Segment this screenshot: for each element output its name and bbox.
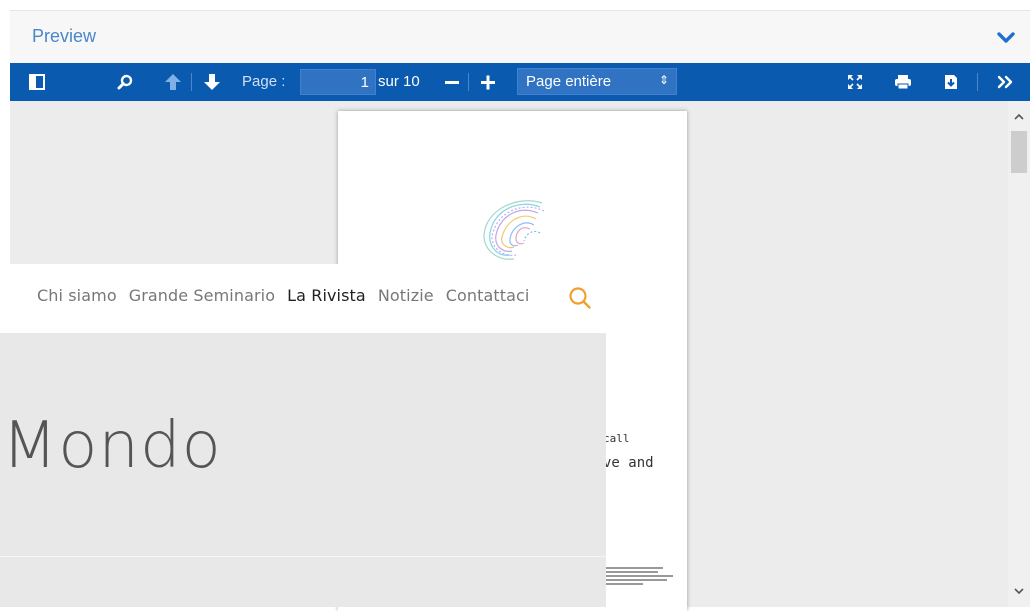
plus-icon xyxy=(481,75,495,90)
nav-item-grande-seminario[interactable]: Grande Seminario xyxy=(129,286,275,305)
search-icon[interactable] xyxy=(568,286,592,310)
zoom-select-value: Page entière xyxy=(526,73,612,90)
pdf-toolbar: Page : sur 10 Page entière ⇕ xyxy=(10,63,1030,101)
nav-item-chi-siamo[interactable]: Chi siamo xyxy=(37,286,117,305)
site-nav: Chi siamo Grande Seminario La Rivista No… xyxy=(0,264,606,333)
hero-banner: Mondo xyxy=(0,333,606,557)
scroll-up-icon[interactable] xyxy=(1013,111,1025,123)
zoom-out-button[interactable] xyxy=(440,63,464,101)
print-button[interactable] xyxy=(890,63,916,101)
nav-item-contattaci[interactable]: Contattaci xyxy=(446,286,530,305)
arrow-up-icon xyxy=(165,74,181,90)
scroll-down-icon[interactable] xyxy=(1013,585,1025,597)
logo-spiral-icon xyxy=(483,200,545,260)
next-page-button[interactable] xyxy=(199,63,225,101)
arrow-down-icon xyxy=(204,74,220,90)
double-chevron-right-icon xyxy=(997,75,1013,89)
preview-header[interactable]: Preview xyxy=(10,10,1030,64)
find-button[interactable] xyxy=(112,63,138,101)
website-overlay: Chi siamo Grande Seminario La Rivista No… xyxy=(0,264,606,607)
zoom-in-button[interactable] xyxy=(476,63,500,101)
scrollbar-thumb[interactable] xyxy=(1011,131,1027,173)
sidebar-icon xyxy=(29,74,45,90)
select-arrows-icon: ⇕ xyxy=(658,73,669,87)
nav-item-la-rivista[interactable]: La Rivista xyxy=(287,286,366,305)
zoom-select[interactable]: Page entière ⇕ xyxy=(517,68,677,95)
hero-bottom-band xyxy=(0,557,606,607)
chevron-down-icon[interactable] xyxy=(996,28,1016,48)
tools-button[interactable] xyxy=(992,63,1018,101)
pdf-page-text: ve and xyxy=(603,455,654,471)
download-icon xyxy=(945,75,957,89)
vertical-scrollbar[interactable] xyxy=(1008,101,1030,607)
search-icon xyxy=(117,74,133,90)
fullscreen-icon xyxy=(848,75,862,89)
download-button[interactable] xyxy=(938,63,964,101)
page-count-label: sur 10 xyxy=(378,73,420,90)
previous-page-button[interactable] xyxy=(160,63,186,101)
hero-title: Mondo xyxy=(2,409,222,483)
printer-icon xyxy=(895,75,911,90)
page-number-label: Page : xyxy=(242,73,286,90)
sidebar-toggle-button[interactable] xyxy=(24,63,50,101)
pdf-fine-print xyxy=(603,565,685,587)
presentation-mode-button[interactable] xyxy=(842,63,868,101)
pdf-page-text: call xyxy=(603,432,630,445)
page-number-input[interactable] xyxy=(300,69,376,95)
minus-icon xyxy=(445,81,459,84)
nav-item-notizie[interactable]: Notizie xyxy=(378,286,434,305)
preview-title: Preview xyxy=(32,26,97,46)
